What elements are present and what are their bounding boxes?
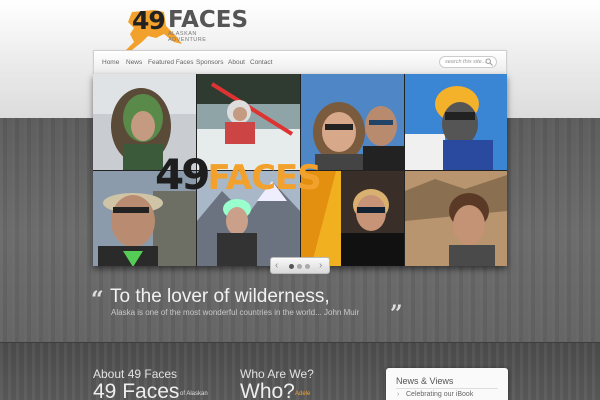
- nav-item-sponsors[interactable]: Sponsors: [196, 59, 223, 66]
- open-quote-icon: “: [91, 287, 104, 313]
- main-navigation: Home News Featured Faces Sponsors About …: [93, 50, 507, 74]
- nav-item-news[interactable]: News: [126, 59, 142, 66]
- slideshow-pager: ‹ ›: [270, 257, 330, 274]
- site-logo[interactable]: 49 FACES ALASKAN ADVENTURE: [124, 4, 248, 54]
- news-widget: News & Views › Celebrating our iBook: [386, 368, 508, 400]
- nav-item-contact[interactable]: Contact: [250, 59, 272, 66]
- slideshow-logo-overlay: 49FACES: [155, 150, 322, 199]
- logo-number: 49: [132, 6, 166, 35]
- news-heading: News & Views: [396, 376, 454, 386]
- logo-tagline: ALASKAN ADVENTURE: [168, 31, 207, 43]
- about-heading: About 49 Faces: [93, 367, 178, 381]
- about-small-text: of Alaskan: [180, 391, 208, 397]
- search-icon[interactable]: [485, 58, 493, 66]
- who-big-text: Who?: [240, 380, 295, 400]
- photo-climber-helmet: [405, 74, 507, 170]
- search-placeholder: search this site...: [445, 59, 487, 65]
- quote-text: Alaska is one of the most wonderful coun…: [111, 308, 360, 317]
- about-big-text: 49 Faces: [93, 380, 180, 400]
- nav-item-about[interactable]: About: [228, 59, 245, 66]
- overlay-number: 49: [155, 150, 210, 199]
- close-quote-icon: ”: [390, 301, 403, 327]
- next-arrow-icon[interactable]: ›: [319, 260, 322, 271]
- search-input[interactable]: search this site...: [439, 56, 497, 68]
- chevron-right-icon: ›: [397, 391, 400, 398]
- who-small-link[interactable]: Adele: [295, 391, 310, 397]
- nav-item-featured-faces[interactable]: Featured Faces: [148, 59, 194, 66]
- prev-arrow-icon[interactable]: ‹: [275, 260, 278, 271]
- quote-title: To the lover of wilderness,: [110, 286, 330, 307]
- nav-item-home[interactable]: Home: [102, 59, 119, 66]
- news-item[interactable]: Celebrating our iBook: [406, 391, 473, 398]
- photo-man-rocks: [405, 171, 507, 266]
- news-divider: [396, 388, 498, 389]
- pager-dot-1[interactable]: [289, 264, 294, 269]
- photo-slideshow[interactable]: 49FACES: [93, 74, 507, 266]
- pager-dot-3[interactable]: [305, 264, 310, 269]
- logo-word: FACES: [168, 7, 249, 33]
- pager-dot-2[interactable]: [297, 264, 302, 269]
- overlay-word: FACES: [207, 158, 321, 198]
- who-heading: Who Are We?: [240, 367, 314, 381]
